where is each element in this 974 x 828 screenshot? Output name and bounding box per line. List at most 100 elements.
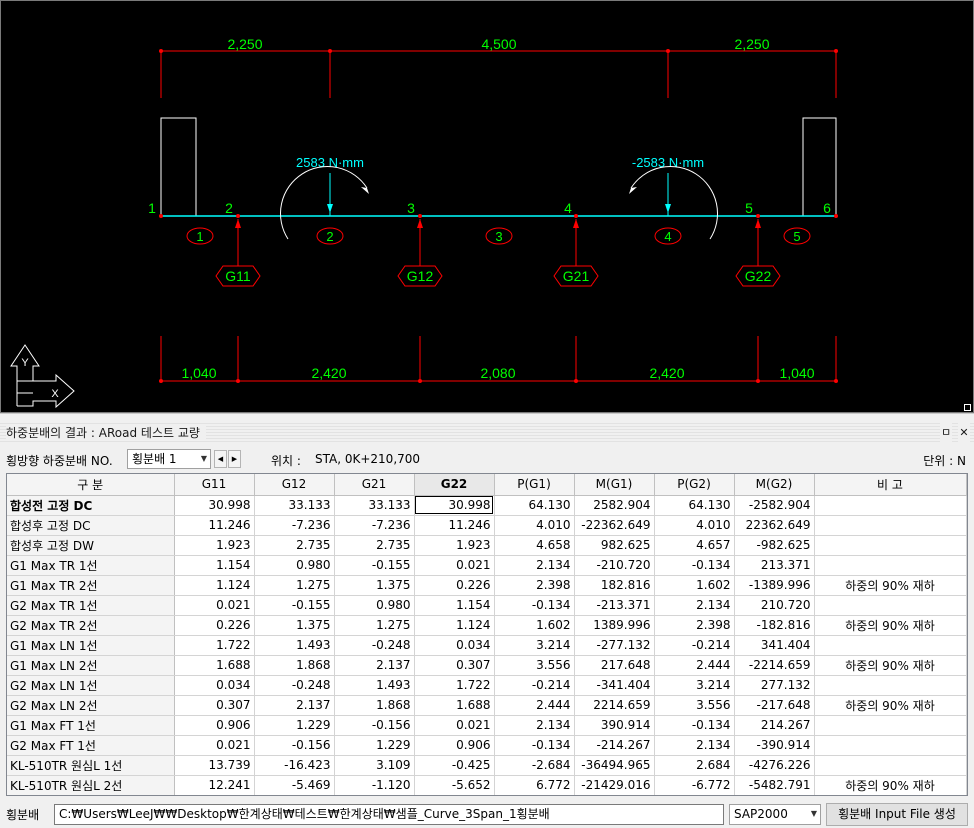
note-cell[interactable]: 하중의 90% 재하 [814, 775, 967, 795]
value-cell[interactable]: 12.241 [174, 775, 255, 795]
generate-input-file-button[interactable]: 횡분배 Input File 생성 [826, 803, 968, 826]
row-header-cell[interactable]: 합성후 고정 DC [7, 515, 175, 536]
value-cell[interactable]: -22362.649 [574, 515, 655, 536]
note-cell[interactable] [814, 675, 967, 696]
value-cell[interactable]: -0.155 [254, 595, 335, 616]
value-cell[interactable]: 2.137 [334, 655, 415, 676]
table-row[interactable]: G2 Max TR 1선 0.021 -0.155 0.980 1.154 -0.134-… [7, 595, 967, 616]
col-header-m-g2[interactable]: M(G2) [734, 474, 815, 496]
value-cell[interactable]: 210.720 [734, 595, 815, 616]
row-header-cell[interactable]: G1 Max LN 1선 [7, 635, 175, 656]
value-cell[interactable]: 0.906 [174, 715, 255, 736]
distribution-select[interactable]: 횡분배 1 ▼ [127, 449, 211, 469]
value-cell[interactable]: 2.137 [254, 695, 335, 716]
col-header-g21[interactable]: G21 [334, 474, 415, 496]
value-cell[interactable]: 3.214 [494, 635, 575, 656]
note-cell[interactable]: 하중의 90% 재하 [814, 575, 967, 596]
value-cell[interactable]: 2.735 [254, 535, 335, 556]
row-header-cell[interactable]: G1 Max TR 2선 [7, 575, 175, 596]
value-cell[interactable]: -2582.904 [734, 495, 815, 516]
value-cell[interactable]: 1.688 [174, 655, 255, 676]
value-cell[interactable]: 1.688 [414, 695, 495, 716]
value-cell[interactable]: 1.124 [414, 615, 495, 636]
note-cell[interactable] [814, 755, 967, 776]
value-cell[interactable]: 33.133 [254, 495, 335, 516]
distribution-grid[interactable]: 구 분 G11 G12 G21 G22 P(G1) M(G1) P(G2) M(… [6, 473, 968, 796]
row-header-cell[interactable]: G2 Max TR 1선 [7, 595, 175, 616]
col-header-category[interactable]: 구 분 [7, 474, 175, 496]
value-cell[interactable]: -341.404 [574, 675, 655, 696]
value-cell[interactable]: -210.720 [574, 555, 655, 576]
value-cell[interactable]: -2214.659 [734, 655, 815, 676]
table-row[interactable]: G2 Max TR 2선 0.226 1.375 1.275 1.124 1.602 138… [7, 615, 967, 636]
value-cell[interactable]: -36494.965 [574, 755, 655, 776]
value-cell[interactable]: -214.267 [574, 735, 655, 756]
value-cell[interactable]: 1.154 [414, 595, 495, 616]
value-cell[interactable]: -5.469 [254, 775, 335, 795]
value-cell[interactable]: 0.307 [414, 655, 495, 676]
note-cell[interactable] [814, 535, 967, 556]
table-row[interactable]: G1 Max LN 1선 1.722 1.493 -0.248 0.034 3.214 -2… [7, 635, 967, 656]
value-cell[interactable]: 341.404 [734, 635, 815, 656]
value-cell[interactable]: 2.735 [334, 535, 415, 556]
value-cell[interactable]: 33.133 [334, 495, 415, 516]
table-row[interactable]: G1 Max TR 2선 1.124 1.275 1.375 0.226 2.398 182… [7, 575, 967, 596]
value-cell[interactable]: -390.914 [734, 735, 815, 756]
value-cell[interactable]: 1.229 [254, 715, 335, 736]
prev-arrow-button[interactable]: ◀ [214, 450, 227, 468]
col-header-g22[interactable]: G22 [414, 474, 495, 496]
value-cell[interactable]: -7.236 [254, 515, 335, 536]
value-cell[interactable]: -0.134 [654, 555, 735, 576]
value-cell[interactable]: 3.556 [494, 655, 575, 676]
row-header-cell[interactable]: G1 Max LN 2선 [7, 655, 175, 676]
table-row[interactable]: 합성전 고정 DC 30.998 33.133 33.133 30.998 64.130 2… [7, 495, 967, 516]
note-cell[interactable] [814, 515, 967, 536]
value-cell[interactable]: -0.134 [494, 735, 575, 756]
value-cell[interactable]: 11.246 [174, 515, 255, 536]
value-cell[interactable]: 4.010 [494, 515, 575, 536]
value-cell[interactable]: -0.214 [654, 635, 735, 656]
value-cell[interactable]: 0.980 [254, 555, 335, 576]
row-header-cell[interactable]: KL-510TR 원심L 1선 [7, 755, 175, 776]
value-cell[interactable]: 0.021 [174, 595, 255, 616]
value-cell[interactable]: 1.602 [494, 615, 575, 636]
value-cell[interactable]: 1.868 [254, 655, 335, 676]
value-cell[interactable]: -6.772 [654, 775, 735, 795]
value-cell[interactable]: 2214.659 [574, 695, 655, 716]
row-header-cell[interactable]: G2 Max FT 1선 [7, 735, 175, 756]
col-header-p-g1[interactable]: P(G1) [494, 474, 575, 496]
value-cell[interactable]: -277.132 [574, 635, 655, 656]
value-cell[interactable]: 64.130 [654, 495, 735, 516]
value-cell[interactable]: 3.214 [654, 675, 735, 696]
note-cell[interactable] [814, 495, 967, 516]
value-cell[interactable]: -982.625 [734, 535, 815, 556]
value-cell[interactable]: 982.625 [574, 535, 655, 556]
value-cell[interactable]: 0.021 [174, 735, 255, 756]
value-cell[interactable]: 1.722 [414, 675, 495, 696]
value-cell[interactable]: -0.214 [494, 675, 575, 696]
value-cell[interactable]: 1.229 [334, 735, 415, 756]
value-cell[interactable]: -217.648 [734, 695, 815, 716]
table-row[interactable]: G1 Max FT 1선 0.906 1.229 -0.156 0.021 2.134 39… [7, 715, 967, 736]
value-cell[interactable]: 1.493 [334, 675, 415, 696]
value-cell[interactable]: -0.156 [334, 715, 415, 736]
col-header-g11[interactable]: G11 [174, 474, 255, 496]
value-cell[interactable]: -21429.016 [574, 775, 655, 795]
table-row[interactable]: G1 Max LN 2선 1.688 1.868 2.137 0.307 3.556 217… [7, 655, 967, 676]
table-row[interactable]: G2 Max LN 2선 0.307 2.137 1.868 1.688 2.444 221… [7, 695, 967, 716]
value-cell[interactable]: 2.134 [654, 735, 735, 756]
row-header-cell[interactable]: G2 Max LN 1선 [7, 675, 175, 696]
value-cell[interactable]: 0.021 [414, 715, 495, 736]
value-cell[interactable]: 217.648 [574, 655, 655, 676]
col-header-note[interactable]: 비 고 [814, 474, 967, 496]
note-cell[interactable] [814, 715, 967, 736]
value-cell[interactable]: -0.134 [654, 715, 735, 736]
row-header-cell[interactable]: G1 Max FT 1선 [7, 715, 175, 736]
value-cell[interactable]: 22362.649 [734, 515, 815, 536]
value-cell[interactable]: 2.398 [654, 615, 735, 636]
table-row[interactable]: G2 Max FT 1선 0.021 -0.156 1.229 0.906 -0.134-… [7, 735, 967, 756]
value-cell[interactable]: 1.722 [174, 635, 255, 656]
viewport-resize-handle[interactable] [964, 404, 971, 411]
note-cell[interactable] [814, 735, 967, 756]
value-cell[interactable]: 0.906 [414, 735, 495, 756]
